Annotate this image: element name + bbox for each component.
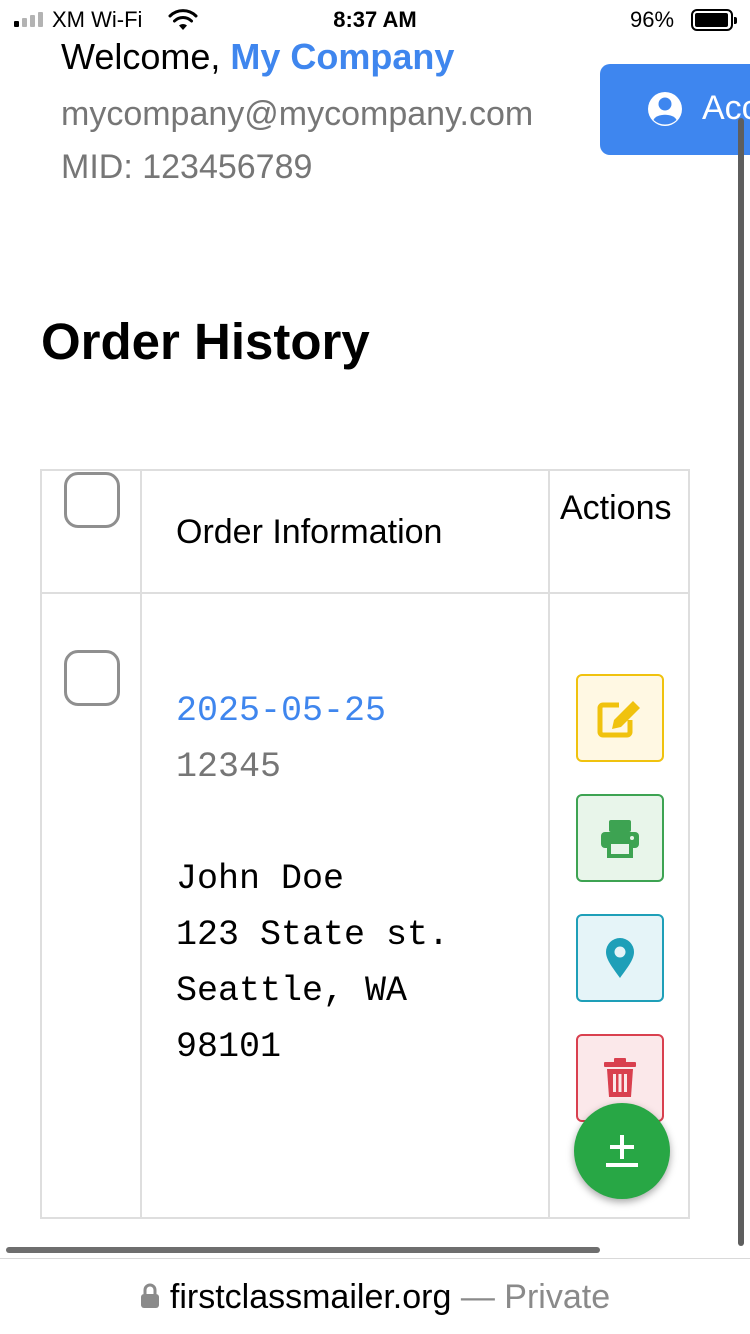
user-circle-icon <box>648 92 682 126</box>
print-button[interactable] <box>576 794 664 882</box>
order-table: Order Information Actions 2025-05-25 123… <box>40 469 690 1219</box>
welcome-prefix: Welcome, <box>61 36 221 77</box>
vertical-scrollbar[interactable] <box>738 118 744 1246</box>
url-host: firstclassmailer.org <box>169 1278 452 1316</box>
print-icon <box>601 820 639 858</box>
order-date-link[interactable]: 2025-05-25 <box>176 683 386 739</box>
private-label: — Private <box>451 1278 611 1316</box>
add-order-button[interactable] <box>574 1103 670 1199</box>
browser-url-bar[interactable]: firstclassmailer.org — Private <box>0 1258 750 1334</box>
map-marker-icon <box>606 938 634 978</box>
company-name-link[interactable]: My Company <box>230 36 454 77</box>
recipient-street: 123 State st. <box>176 915 450 955</box>
trash-icon <box>604 1058 636 1097</box>
plus-minus-icon <box>606 1135 638 1167</box>
account-button[interactable]: Acc <box>600 64 750 155</box>
recipient-name: John Doe <box>176 859 345 899</box>
account-email: mycompany@mycompany.com <box>61 95 534 133</box>
edit-button[interactable] <box>576 674 664 762</box>
order-id: 12345 <box>176 747 282 787</box>
status-bar: XM Wi-Fi 8:37 AM 96% <box>0 0 750 40</box>
battery-percent: 96% <box>630 7 675 32</box>
page-title: Order History <box>41 313 370 370</box>
merchant-id: MID: 123456789 <box>61 148 313 186</box>
horizontal-scrollbar[interactable] <box>6 1247 600 1253</box>
map-button[interactable] <box>576 914 664 1002</box>
edit-icon <box>597 701 640 738</box>
recipient-zip: 98101 <box>176 1027 282 1067</box>
battery-icon <box>691 9 737 31</box>
actions-header: Actions <box>560 489 672 527</box>
url-display[interactable]: firstclassmailer.org — Private <box>0 1278 750 1317</box>
recipient-city-state: Seattle, WA <box>176 971 408 1011</box>
row-select-checkbox[interactable] <box>64 650 120 706</box>
lock-icon <box>140 1283 159 1309</box>
welcome-line: Welcome, My Company <box>61 36 454 78</box>
select-all-checkbox[interactable] <box>64 472 120 528</box>
order-information-header: Order Information <box>176 513 443 551</box>
